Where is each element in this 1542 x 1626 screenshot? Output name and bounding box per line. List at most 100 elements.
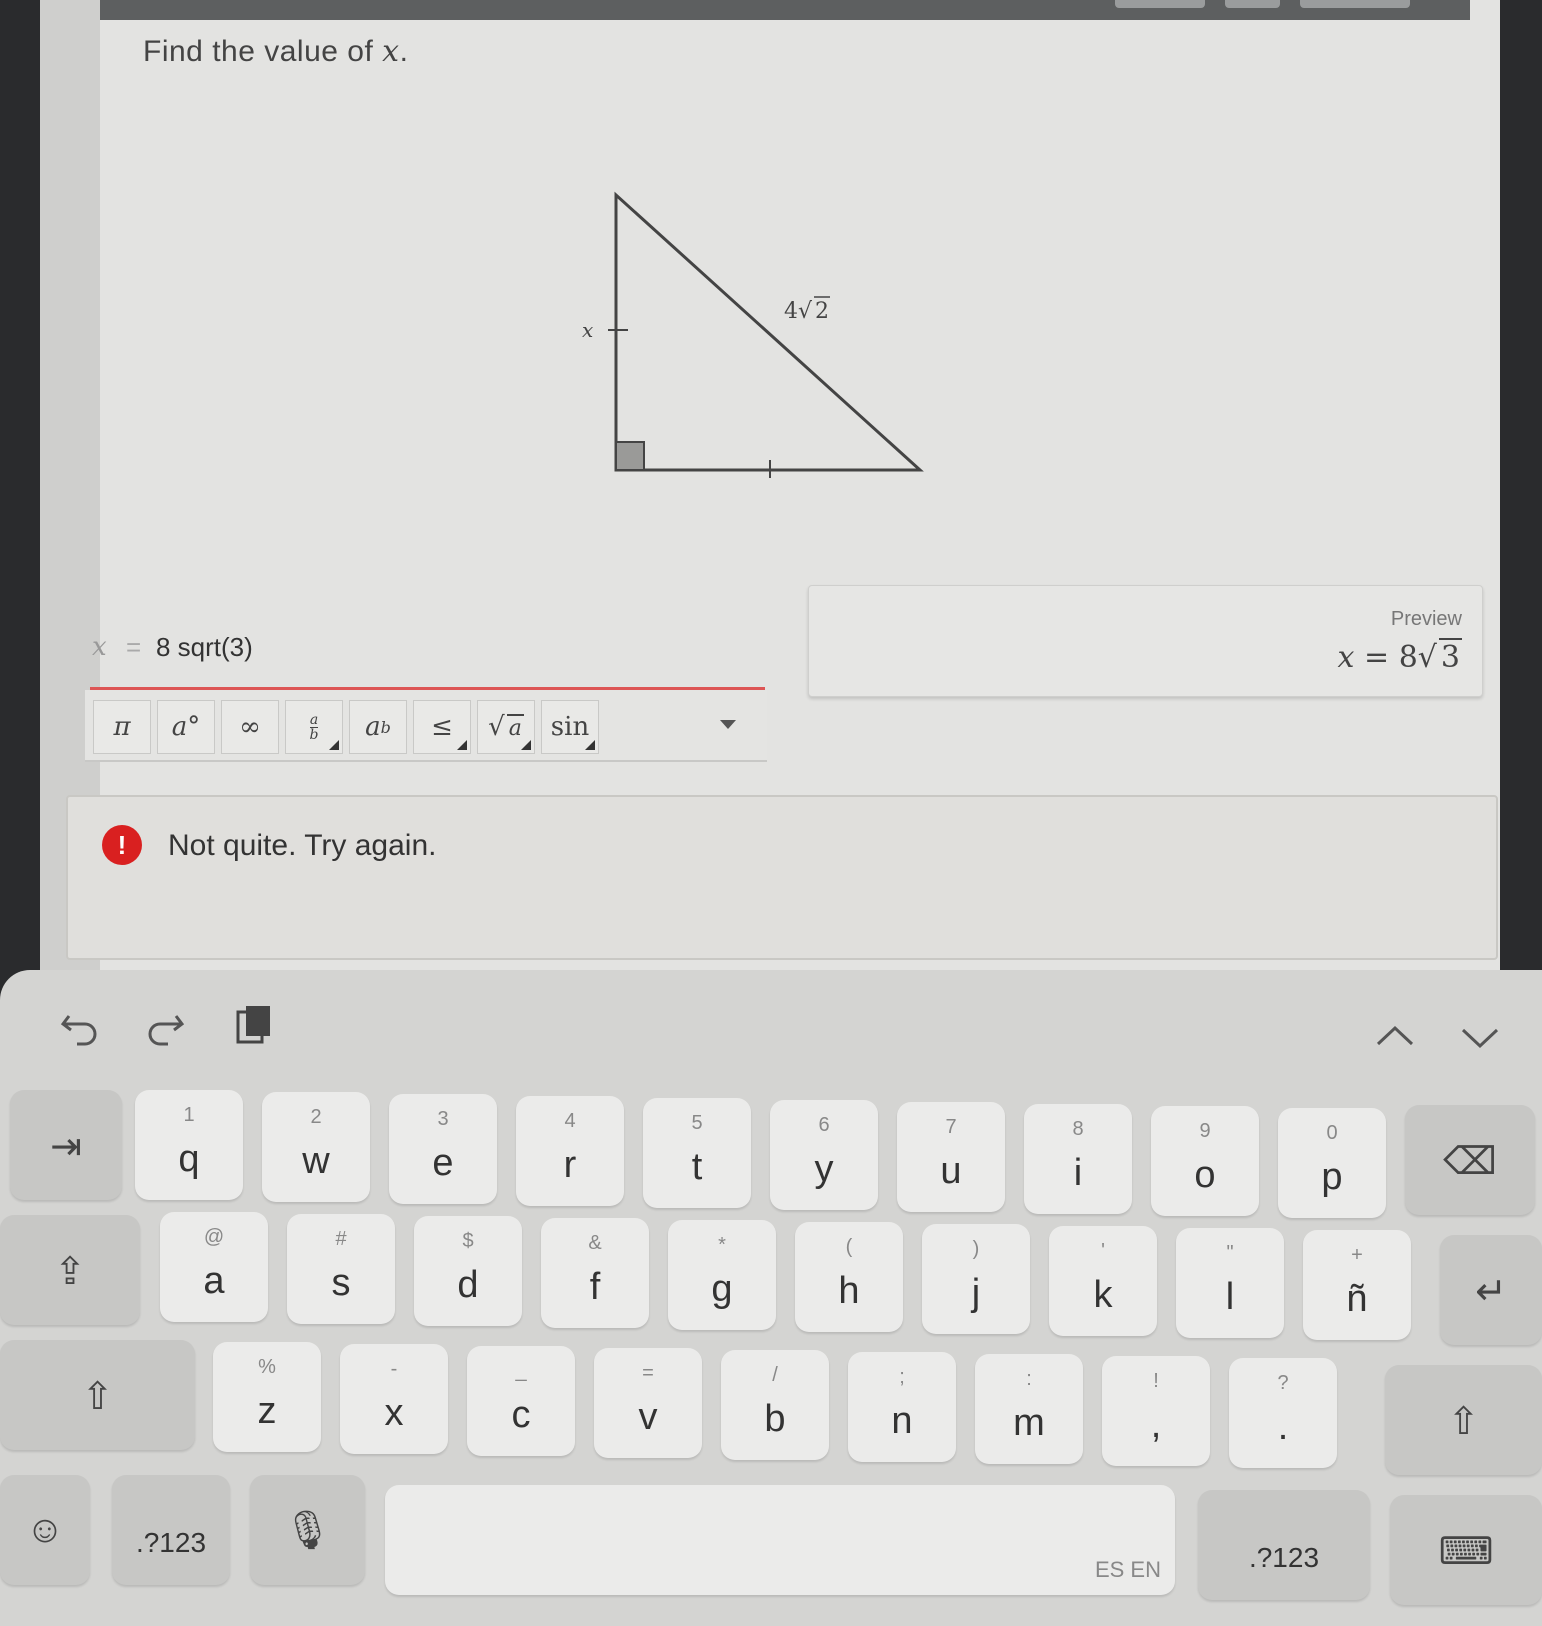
- key-row3-2[interactable]: _ c: [467, 1346, 575, 1456]
- key-row2-9[interactable]: + ñ: [1303, 1230, 1411, 1340]
- key-row1-4[interactable]: 5t: [643, 1098, 751, 1208]
- key-row3-4[interactable]: / b: [721, 1350, 829, 1460]
- key-row3-3[interactable]: = v: [594, 1348, 702, 1458]
- backspace-icon: ⌫: [1443, 1141, 1497, 1183]
- frac-numerator: a: [309, 711, 319, 728]
- key-primary-label: ,: [1150, 1404, 1162, 1446]
- key-secondary-label: &: [588, 1232, 602, 1254]
- leq-button[interactable]: ≤: [413, 700, 471, 754]
- chevron-down-icon[interactable]: [720, 720, 736, 729]
- question-variable: x: [382, 34, 400, 69]
- key-row2-7[interactable]: ' k: [1049, 1226, 1157, 1336]
- enter-icon: ↵: [1475, 1271, 1507, 1313]
- power-button[interactable]: ab: [349, 700, 407, 754]
- answer-input[interactable]: x = 8 sqrt(3): [90, 620, 765, 690]
- key-row3-6[interactable]: :m: [975, 1354, 1083, 1464]
- key-secondary-label: ?: [1277, 1372, 1289, 1394]
- key-row2-6[interactable]: ) j: [922, 1224, 1030, 1334]
- key-primary-label: o: [1194, 1154, 1216, 1196]
- key-secondary-label: (: [845, 1236, 853, 1258]
- sin-label: sin: [550, 712, 590, 742]
- chevron-down-icon[interactable]: [1455, 1012, 1505, 1062]
- sqrt-radicand: a: [506, 713, 524, 741]
- key-primary-label: p: [1321, 1156, 1343, 1198]
- radical-sign: √: [798, 299, 813, 324]
- clipboard-icon[interactable]: [228, 1000, 278, 1050]
- key-row1-5[interactable]: 6y: [770, 1100, 878, 1210]
- key-primary-label: ñ: [1346, 1278, 1368, 1320]
- key-primary-label: u: [940, 1150, 962, 1192]
- fraction-button[interactable]: ab: [285, 700, 343, 754]
- key-row1-7[interactable]: 8i: [1024, 1104, 1132, 1214]
- redo-icon[interactable]: [140, 1000, 190, 1050]
- sin-button[interactable]: sin: [541, 700, 599, 754]
- key-primary-label: x: [384, 1392, 404, 1434]
- preview-variable: x: [1337, 640, 1355, 675]
- symbols-key-right[interactable]: .?123: [1198, 1490, 1370, 1600]
- key-row2-2[interactable]: $ d: [414, 1216, 522, 1326]
- key-row2-0[interactable]: @ a: [160, 1212, 268, 1322]
- key-secondary-label: #: [335, 1228, 347, 1250]
- symbols-key-left[interactable]: .?123: [112, 1475, 230, 1585]
- key-row1-3[interactable]: 4r: [516, 1096, 624, 1206]
- key-primary-label: a: [203, 1260, 225, 1302]
- radical-sign: √: [1417, 640, 1437, 675]
- key-secondary-label: %: [258, 1356, 276, 1378]
- shift-key-right[interactable]: ⇧: [1385, 1365, 1542, 1475]
- answer-equals: =: [126, 632, 142, 662]
- key-row2-4[interactable]: * g: [668, 1220, 776, 1330]
- key-secondary-label: @: [203, 1226, 225, 1248]
- key-row2-3[interactable]: & f: [541, 1218, 649, 1328]
- key-secondary-label: 9: [1199, 1120, 1211, 1142]
- chevron-up-icon[interactable]: [1370, 1012, 1420, 1062]
- key-row2-1[interactable]: # s: [287, 1214, 395, 1324]
- key-secondary-label: ): [972, 1238, 980, 1260]
- tab-key[interactable]: ⇥: [10, 1090, 122, 1200]
- answer-value[interactable]: 8 sqrt(3): [156, 632, 253, 663]
- key-row1-0[interactable]: 1q: [135, 1090, 243, 1200]
- label-hyp-radicand: 2: [815, 299, 829, 324]
- key-row3-5[interactable]: ; n: [848, 1352, 956, 1462]
- microphone-key[interactable]: 🎙: [250, 1475, 365, 1585]
- key-row1-9[interactable]: 0p: [1278, 1108, 1386, 1218]
- key-row2-8[interactable]: " l: [1176, 1228, 1284, 1338]
- language-label: ES EN: [1094, 1557, 1161, 1582]
- strip-tab[interactable]: [1300, 0, 1410, 8]
- key-secondary-label: _: [515, 1360, 527, 1382]
- space-key[interactable]: ES EN: [385, 1485, 1175, 1595]
- key-row1-8[interactable]: 9o: [1151, 1106, 1259, 1216]
- caps-lock-key[interactable]: ⇪: [0, 1215, 140, 1325]
- key-row3-0[interactable]: % z: [213, 1342, 321, 1452]
- key-secondary-label: 4: [564, 1110, 576, 1132]
- enter-key[interactable]: ↵: [1440, 1235, 1542, 1345]
- key-row1-6[interactable]: 7u: [897, 1102, 1005, 1212]
- key-primary-label: h: [838, 1270, 860, 1312]
- key-primary-label: f: [589, 1266, 601, 1308]
- emoji-key[interactable]: ☺: [0, 1475, 90, 1585]
- strip-tab[interactable]: [1225, 0, 1280, 8]
- frac-denominator: b: [309, 726, 319, 743]
- key-row2-5[interactable]: (h: [795, 1222, 903, 1332]
- strip-tab[interactable]: [1115, 0, 1205, 8]
- backspace-key[interactable]: ⌫: [1405, 1105, 1535, 1215]
- key-row1-2[interactable]: 3e: [389, 1094, 497, 1204]
- keyboard-hide-key[interactable]: ⌨: [1390, 1495, 1542, 1605]
- key-row3-8[interactable]: ?.: [1229, 1358, 1337, 1468]
- shift-key-left[interactable]: ⇧: [0, 1340, 195, 1450]
- degree-button[interactable]: a°: [157, 700, 215, 754]
- pi-button[interactable]: π: [93, 700, 151, 754]
- key-row3-7[interactable]: !,: [1102, 1356, 1210, 1466]
- sqrt-button[interactable]: √ a: [477, 700, 535, 754]
- onscreen-keyboard: 1 q 2 w 3 e 4 r 5 t 6 y 7 u 8 i 9 o 0 p @ a # s $ d & f * g(h) j ' k " l + ñ…: [0, 970, 1542, 1626]
- key-secondary-label: 3: [437, 1108, 449, 1130]
- infinity-button[interactable]: ∞: [221, 700, 279, 754]
- key-secondary-label: ": [1226, 1242, 1234, 1264]
- key-row1-1[interactable]: 2w: [262, 1092, 370, 1202]
- undo-icon[interactable]: [55, 1000, 105, 1050]
- preview-panel: Preview x = 8√ 3: [808, 585, 1483, 697]
- key-row3-1[interactable]: -x: [340, 1344, 448, 1454]
- key-primary-label: s: [331, 1262, 351, 1304]
- fraction-label: ab: [310, 713, 319, 742]
- symbols-label: .?123: [135, 1527, 207, 1558]
- key-primary-label: t: [691, 1146, 703, 1188]
